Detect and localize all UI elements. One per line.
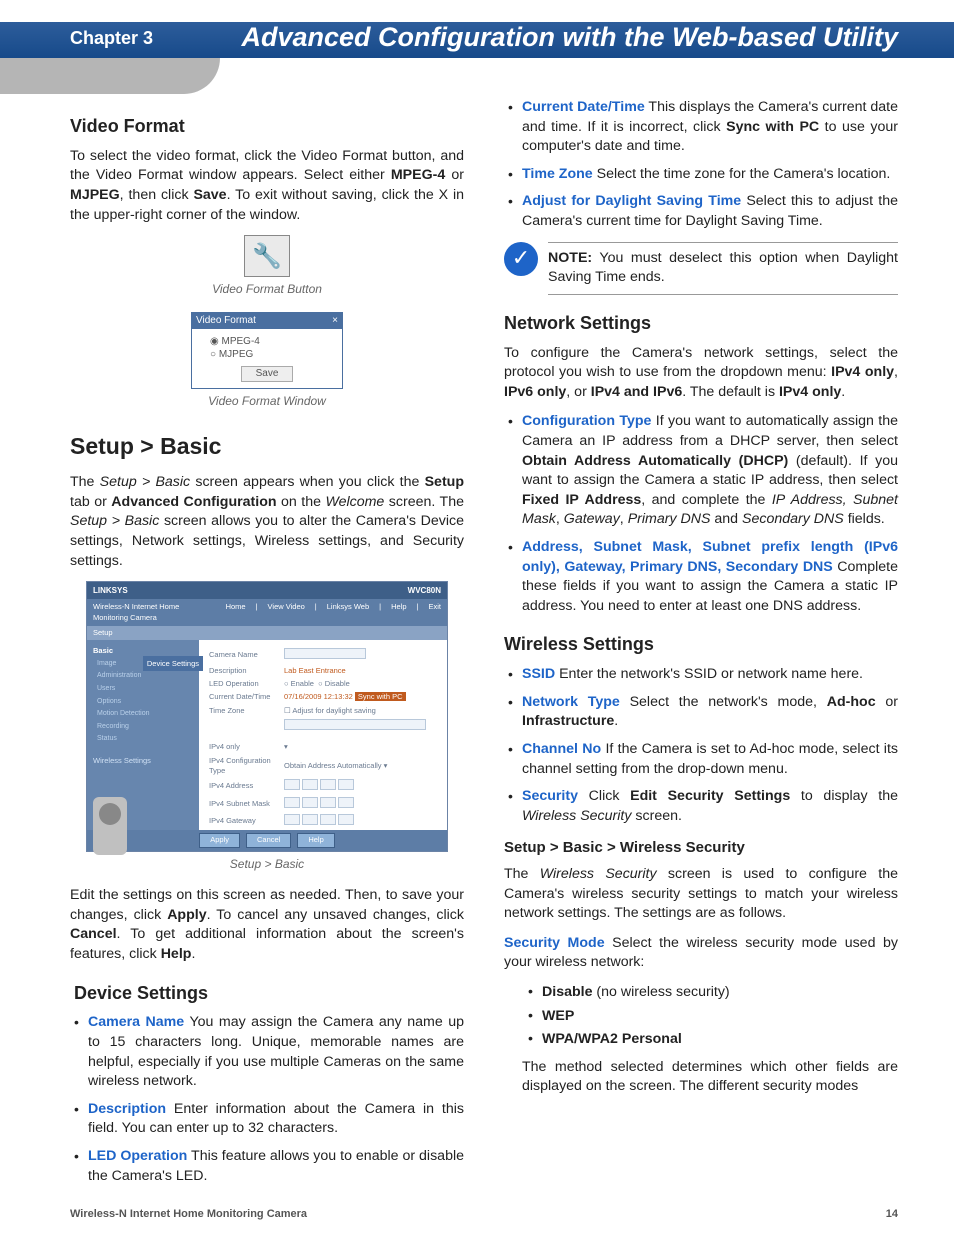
wireless-security-p1: The Wireless Security screen is used to … — [504, 865, 898, 924]
setup-basic-heading: Setup > Basic — [70, 431, 464, 463]
device-settings-heading: Device Settings — [74, 981, 464, 1006]
item-security: Security Click Edit Security Settings to… — [504, 787, 898, 826]
video-format-window: Video Format × ◉ MPEG-4 ○ MJPEG Save — [191, 312, 343, 389]
mode-wpa: WPA/WPA2 Personal — [526, 1030, 898, 1050]
item-time-zone: Time Zone Select the time zone for the C… — [504, 165, 898, 185]
page-footer: Wireless-N Internet Home Monitoring Came… — [70, 1208, 898, 1220]
mode-wep: WEP — [526, 1007, 898, 1027]
item-network-type: Network Type Select the network's mode, … — [504, 693, 898, 732]
wireless-security-subheading: Setup > Basic > Wireless Security — [504, 838, 898, 859]
item-dst: Adjust for Daylight Saving Time Select t… — [504, 192, 898, 231]
footer-page-number: 14 — [886, 1208, 898, 1220]
video-format-button-caption: Video Format Button — [70, 281, 464, 298]
note-box: ✓ NOTE: You must deselect this option wh… — [504, 242, 898, 295]
setup-basic-caption: Setup > Basic — [70, 856, 464, 873]
chapter-label: Chapter 3 — [70, 28, 153, 49]
item-config-type: Configuration Type If you want to automa… — [504, 412, 898, 530]
close-icon: × — [332, 314, 338, 328]
item-ssid: SSID Enter the network's SSID or network… — [504, 665, 898, 685]
video-format-para: To select the video format, click the Vi… — [70, 147, 464, 225]
device-camera-name: Camera Name You may assign the Camera an… — [70, 1013, 464, 1091]
ss-product: Wireless-N Internet Home Monitoring Came… — [93, 602, 216, 623]
wrench-icon: 🔧 — [244, 235, 290, 277]
vf-opt-mjpeg: ○ MJPEG — [210, 348, 330, 362]
right-column: Current Date/Time This displays the Came… — [504, 98, 898, 1196]
network-settings-para: To configure the Camera's network settin… — [504, 344, 898, 403]
setup-basic-screenshot: LINKSYS WVC80N Wireless-N Internet Home … — [86, 581, 448, 851]
setup-basic-p1: The Setup > Basic screen appears when yo… — [70, 473, 464, 571]
device-led: LED Operation This feature allows you to… — [70, 1147, 464, 1186]
item-current-date-time: Current Date/Time This displays the Came… — [504, 98, 898, 157]
video-format-heading: Video Format — [70, 114, 464, 139]
wireless-settings-heading: Wireless Settings — [504, 632, 898, 657]
page-header: Chapter 3 Advanced Configuration with th… — [70, 22, 898, 70]
security-mode-para: Security Mode Select the wireless securi… — [504, 934, 898, 973]
vf-window-title: Video Format — [196, 314, 256, 328]
mode-disable: Disable (no wireless security) — [526, 983, 898, 1003]
left-column: Video Format To select the video format,… — [70, 98, 464, 1196]
network-settings-heading: Network Settings — [504, 311, 898, 336]
device-description: Description Enter information about the … — [70, 1100, 464, 1139]
item-channel-no: Channel No If the Camera is set to Ad-ho… — [504, 740, 898, 779]
ss-model: WVC80N — [408, 585, 441, 596]
item-address-fields: Address, Subnet Mask, Subnet prefix leng… — [504, 538, 898, 616]
ss-brand: LINKSYS — [93, 585, 128, 596]
footer-product: Wireless-N Internet Home Monitoring Came… — [70, 1208, 307, 1220]
security-tail: The method selected determines which oth… — [504, 1058, 898, 1097]
video-format-window-caption: Video Format Window — [70, 393, 464, 410]
setup-basic-p2: Edit the settings on this screen as need… — [70, 886, 464, 964]
vf-save-button: Save — [241, 366, 293, 382]
camera-icon — [93, 797, 127, 855]
vf-opt-mpeg4: ◉ MPEG-4 — [210, 335, 330, 349]
check-icon: ✓ — [504, 242, 538, 276]
page-title: Advanced Configuration with the Web-base… — [241, 22, 898, 53]
